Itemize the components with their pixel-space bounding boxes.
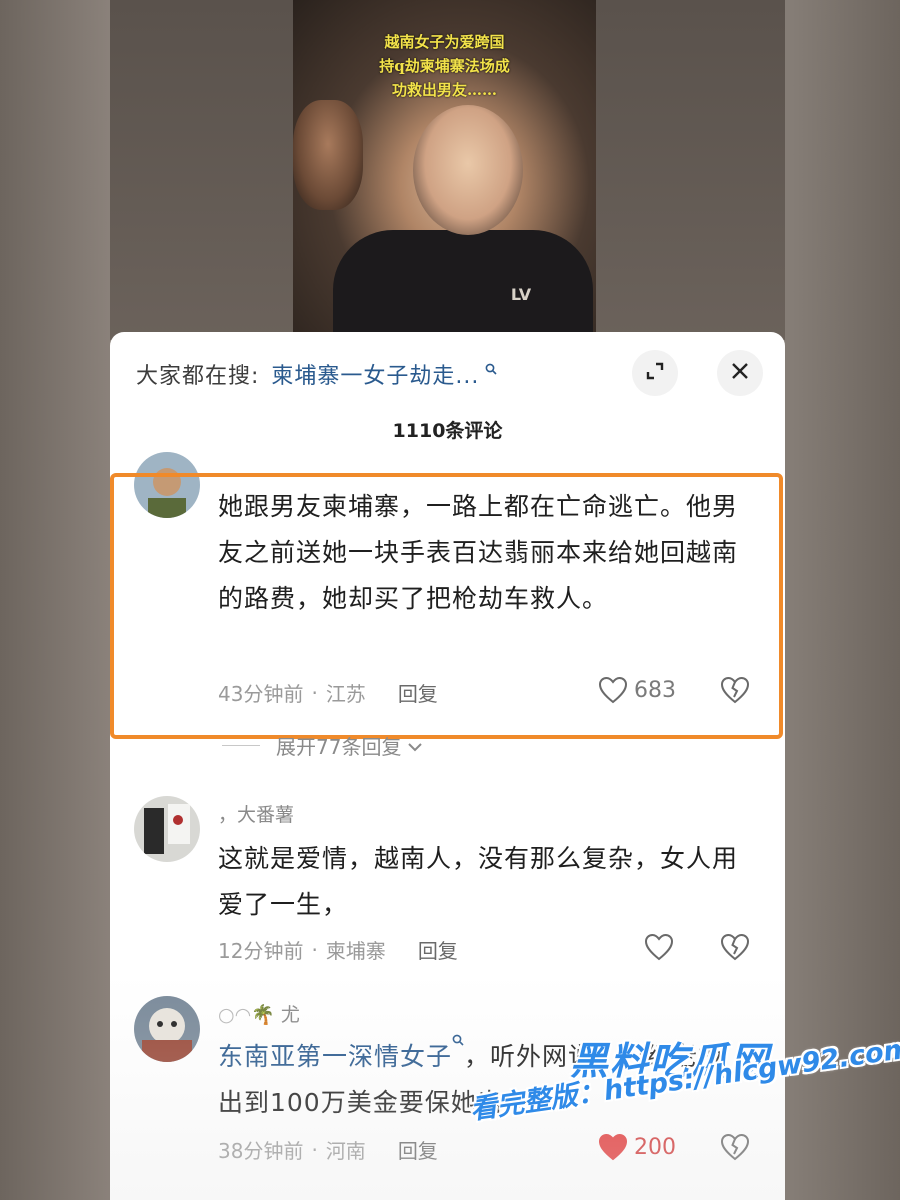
meta-separator: ·: [311, 1137, 318, 1162]
comment-search-link[interactable]: 东南亚第一深情女子: [218, 1042, 452, 1071]
comment-count: 1110条评论: [392, 420, 503, 442]
search-suggestion[interactable]: 大家都在搜: 柬埔寨一女子劫走...: [136, 354, 497, 394]
comment-location: 河南: [325, 1139, 366, 1163]
comment-username[interactable]: ○◠🌴 尤: [218, 1000, 300, 1027]
expand-icon: [644, 360, 666, 386]
heart-filled-icon: [598, 1133, 628, 1161]
close-button[interactable]: [717, 350, 763, 396]
reply-button[interactable]: 回复: [418, 935, 458, 964]
meta-separator: ·: [311, 937, 318, 962]
comment-meta: 12分钟前 · 柬埔寨 回复: [218, 935, 458, 964]
video-figure-shirt: [333, 230, 593, 335]
like-button[interactable]: [644, 933, 680, 961]
search-icon: [452, 1034, 464, 1071]
dislike-button[interactable]: [720, 933, 750, 965]
shirt-logo: LV: [510, 285, 532, 304]
video-caption-line: 越南女子为爱跨国: [384, 33, 505, 51]
avatar[interactable]: [134, 796, 200, 862]
comment-meta: 38分钟前 · 河南 回复: [218, 1135, 438, 1164]
heart-icon: [644, 933, 674, 961]
comment-text: 这就是爱情，越南人，没有那么复杂，女人用爱了一生，: [218, 844, 739, 919]
comment-panel: 大家都在搜: 柬埔寨一女子劫走... 1110条评论 她跟男友柬埔寨，一路上都在…: [110, 332, 785, 1200]
broken-heart-icon: [720, 1133, 750, 1161]
like-button[interactable]: 200: [598, 1133, 676, 1161]
expand-replies-button[interactable]: 展开77条回复: [222, 731, 423, 760]
like-count: 200: [634, 1134, 676, 1160]
comment-username-text: 尤: [280, 1004, 300, 1026]
search-prefix: 大家都在搜:: [136, 364, 260, 389]
video-caption-line: 持q劫柬埔寨法场成: [379, 57, 510, 75]
comment-text: 东南亚第一深情女子 ，听外网说，已经老板出到100万美金要保她出来: [218, 1034, 738, 1126]
divider: [222, 745, 260, 746]
video-figure-woman: [413, 105, 523, 235]
comment-time: 12分钟前: [218, 939, 304, 963]
close-icon: [730, 361, 750, 385]
comment-username[interactable]: ，大番薯: [218, 800, 294, 827]
expand-button[interactable]: [632, 350, 678, 396]
video-caption-line: 功救出男友……: [391, 81, 497, 99]
expand-replies-label: 展开77条回复: [276, 735, 402, 759]
video-player[interactable]: LV 越南女子为爱跨国 持q劫柬埔寨法场成 功救出男友……: [293, 0, 596, 335]
chevron-down-icon: [407, 734, 423, 758]
dislike-button[interactable]: [720, 1133, 750, 1165]
comment-time: 38分钟前: [218, 1139, 304, 1163]
search-term-link[interactable]: 柬埔寨一女子劫走...: [271, 358, 479, 390]
broken-heart-icon: [720, 933, 750, 961]
avatar[interactable]: [134, 996, 200, 1062]
video-figure-man: [293, 100, 363, 210]
comment-location: 柬埔寨: [325, 939, 386, 963]
video-caption: 越南女子为爱跨国 持q劫柬埔寨法场成 功救出男友……: [293, 30, 596, 102]
reply-button[interactable]: 回复: [398, 1135, 438, 1164]
palm-icon: ○◠🌴: [218, 1004, 281, 1026]
search-icon: [485, 360, 497, 375]
highlight-box: [110, 473, 783, 739]
